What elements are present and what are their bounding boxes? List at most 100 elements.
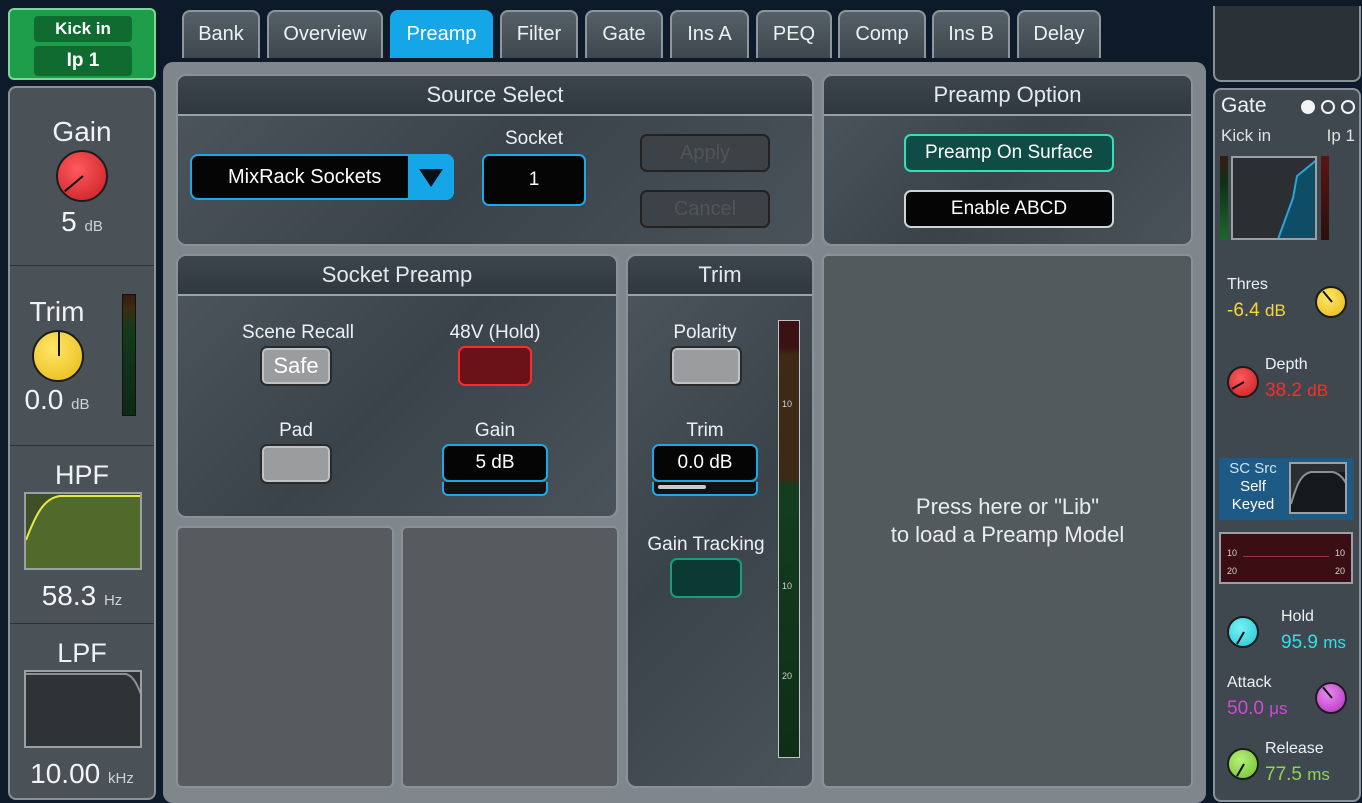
polarity-button[interactable]	[670, 346, 742, 386]
depth-label: Depth	[1265, 356, 1308, 373]
hold-label: Hold	[1281, 608, 1314, 625]
page-dot-2	[1321, 100, 1335, 114]
tab-overview[interactable]: Overview	[267, 10, 383, 58]
cancel-button[interactable]: Cancel	[640, 190, 770, 228]
trim-knob[interactable]	[32, 330, 84, 382]
gain-bar[interactable]	[442, 482, 548, 496]
phantom-48v-button[interactable]	[458, 346, 532, 386]
sc-src-label: SC Src	[1229, 460, 1277, 477]
chevron-down-icon[interactable]	[408, 154, 454, 200]
hpf-section[interactable]: HPF 58.3 Hz	[10, 446, 154, 624]
gate-title: Gate	[1221, 94, 1267, 117]
page-dot-1	[1301, 100, 1315, 114]
gain-field[interactable]: 5 dB	[442, 444, 548, 482]
tab-gate[interactable]: Gate	[585, 10, 663, 58]
gr-scale-4: 20	[1334, 566, 1345, 576]
gain-knob[interactable]	[56, 150, 108, 202]
pad-label: Pad	[279, 420, 313, 441]
tab-filter[interactable]: Filter	[500, 10, 578, 58]
page-dot-3	[1341, 100, 1355, 114]
source-select-panel: Source Select MixRack Sockets Socket 1 A…	[176, 74, 814, 246]
left-strip: Gain 5 dB Trim 0.0 dB HPF 58.3 Hz LPF 10…	[8, 86, 156, 800]
gate-channel-name: Kick in	[1221, 126, 1272, 145]
attack-value: 50.0 μs	[1227, 698, 1288, 719]
tab-ins-b[interactable]: Ins B	[932, 10, 1010, 58]
preamp-model-line2: to load a Preamp Model	[890, 522, 1125, 547]
gate-graph[interactable]	[1231, 156, 1317, 240]
lpf-value: 10.00 kHz	[30, 758, 134, 789]
trim-section[interactable]: Trim 0.0 dB	[10, 266, 154, 446]
socket-preamp-panel: Socket Preamp Scene Recall Safe 48V (Hol…	[176, 254, 618, 518]
attack-label: Attack	[1227, 674, 1272, 691]
lpf-section[interactable]: LPF 10.00 kHz	[10, 624, 154, 798]
source-dropdown[interactable]: MixRack Sockets	[190, 154, 454, 200]
empty-slot-2	[401, 526, 619, 788]
trim-title: Trim	[628, 256, 812, 296]
depth-value: 38.2 dB	[1265, 380, 1329, 401]
hpf-graph	[24, 492, 142, 570]
input-meter: 10 10 20	[778, 320, 800, 758]
channel-label[interactable]: Kick in Ip 1	[8, 8, 156, 80]
gate-channel-source: Ip 1	[1326, 126, 1355, 145]
sc-self-label: Self	[1240, 478, 1266, 495]
lpf-label: LPF	[57, 638, 107, 668]
trim-panel: Trim Polarity Trim 0.0 dB Gain Tracking …	[626, 254, 814, 788]
sc-keyed-label: Keyed	[1231, 496, 1275, 513]
tab-comp[interactable]: Comp	[838, 10, 926, 58]
release-value: 77.5 ms	[1265, 764, 1330, 785]
sidechain-source[interactable]: SC Src Self Keyed	[1219, 458, 1353, 520]
gr-scale-3: 10	[1334, 548, 1345, 558]
trim-bar[interactable]	[652, 482, 758, 496]
pad-button[interactable]	[260, 444, 332, 484]
sc-filter-graph	[1289, 462, 1347, 514]
right-top-area	[1213, 6, 1361, 82]
channel-source: Ip 1	[34, 46, 132, 76]
trim-field[interactable]: 0.0 dB	[652, 444, 758, 482]
preamp-option-title: Preamp Option	[824, 76, 1191, 116]
attack-knob[interactable]	[1315, 682, 1347, 714]
enable-abcd-button[interactable]: Enable ABCD	[904, 190, 1114, 228]
page-dots[interactable]	[1301, 100, 1359, 116]
tab-preamp[interactable]: Preamp	[390, 10, 493, 58]
hpf-value: 58.3 Hz	[41, 580, 123, 611]
safe-button[interactable]: Safe	[260, 346, 332, 386]
preamp-on-surface-button[interactable]: Preamp On Surface	[904, 134, 1114, 172]
apply-button[interactable]: Apply	[640, 134, 770, 172]
depth-knob[interactable]	[1227, 366, 1259, 398]
thres-value: -6.4 dB	[1227, 300, 1286, 321]
socket-label: Socket	[504, 128, 564, 149]
gain-tracking-button[interactable]	[670, 558, 742, 598]
thres-knob[interactable]	[1315, 286, 1347, 318]
channel-name: Kick in	[34, 16, 132, 42]
gate-strip: Gate Kick in Ip 1 Thres -6.4 dB Depth 38…	[1213, 88, 1361, 802]
lpf-graph	[24, 670, 142, 748]
gr-scale-1: 10	[1227, 548, 1238, 558]
phantom-label: 48V (Hold)	[449, 322, 541, 343]
tab-delay[interactable]: Delay	[1017, 10, 1101, 58]
empty-slot-1	[176, 526, 394, 788]
release-knob[interactable]	[1227, 748, 1259, 780]
meter-scale-3: 20	[782, 671, 793, 681]
hold-value: 95.9 ms	[1281, 632, 1346, 653]
source-select-title: Source Select	[178, 76, 812, 116]
preamp-model-area[interactable]: Press here or "Lib" to load a Preamp Mod…	[822, 254, 1193, 788]
tab-ins-a[interactable]: Ins A	[670, 10, 749, 58]
tab-peq[interactable]: PEQ	[756, 10, 832, 58]
source-dropdown-value: MixRack Sockets	[228, 166, 382, 188]
trim-field-label: Trim	[686, 420, 724, 441]
gr-scale-2: 20	[1227, 566, 1238, 576]
hold-knob[interactable]	[1227, 616, 1259, 648]
polarity-label: Polarity	[673, 322, 737, 343]
gain-label: Gain	[52, 116, 112, 147]
tab-bank[interactable]: Bank	[182, 10, 260, 58]
hpf-label: HPF	[55, 460, 109, 490]
meter-scale-2: 10	[782, 581, 793, 591]
gain-value: 5 dB	[61, 206, 103, 237]
scene-recall-label: Scene Recall	[242, 322, 354, 343]
preamp-option-panel: Preamp Option Preamp On Surface Enable A…	[822, 74, 1193, 246]
meter-scale-1: 10	[782, 399, 793, 409]
socket-input[interactable]: 1	[482, 154, 586, 206]
trim-value: 0.0 dB	[24, 384, 90, 415]
thres-label: Thres	[1227, 276, 1268, 293]
gain-section[interactable]: Gain 5 dB	[10, 88, 154, 266]
